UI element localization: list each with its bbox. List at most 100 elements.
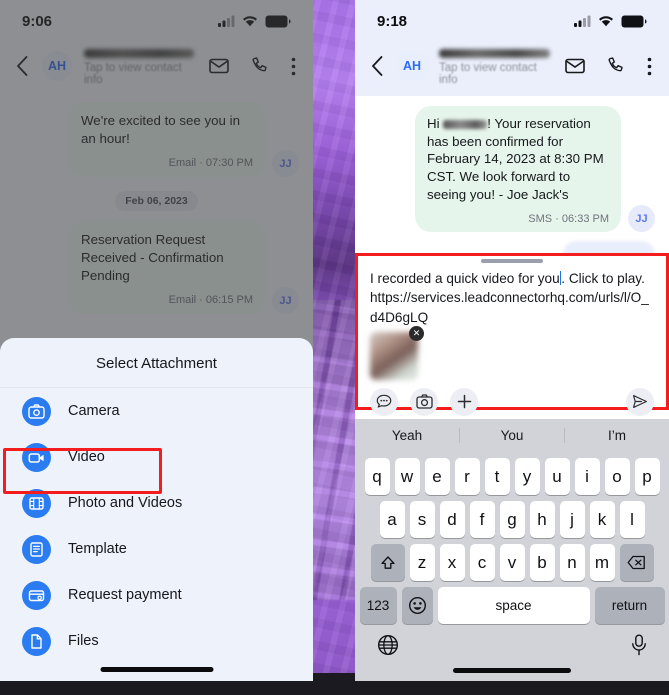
key-i[interactable]: i — [574, 458, 600, 495]
key-v[interactable]: v — [499, 544, 525, 581]
composer-text-line2: . Click to play. — [561, 271, 645, 286]
message-text: We're excited to see you in an hour! — [81, 113, 240, 146]
more-vertical-icon[interactable] — [284, 57, 303, 76]
message-bubble[interactable]: Hi ! Your reservation has been confirmed… — [415, 106, 621, 233]
attachment-sheet: Select Attachment Camera Video Photo and… — [0, 338, 313, 681]
attachment-item-files[interactable]: Files — [0, 618, 313, 664]
key-j[interactable]: j — [559, 501, 585, 538]
attachment-item-label: Request payment — [68, 587, 182, 603]
avatar: JJ — [272, 150, 299, 178]
home-indicator — [100, 667, 213, 672]
attachment-item-video[interactable]: Video — [0, 434, 313, 480]
key-f[interactable]: f — [469, 501, 495, 538]
key-x[interactable]: x — [439, 544, 465, 581]
key-c[interactable]: c — [469, 544, 495, 581]
suggestion-item[interactable]: I’m — [564, 428, 669, 443]
attachment-sheet-title: Select Attachment — [0, 338, 313, 388]
key-p[interactable]: p — [634, 458, 660, 495]
left-chat-header: AH Tap to view contact info — [0, 42, 313, 96]
key-r[interactable]: r — [454, 458, 480, 495]
suggestion-item[interactable]: Yeah — [355, 428, 459, 443]
left-phone-screen: 9:06 AH Tap to view contact info We're e… — [0, 0, 313, 681]
keyboard-bottom-bar — [355, 624, 669, 656]
key-n[interactable]: n — [559, 544, 585, 581]
backspace-icon[interactable] — [619, 544, 654, 581]
left-status-time: 9:06 — [22, 12, 53, 30]
more-vertical-icon[interactable] — [640, 57, 659, 76]
template-document-icon — [22, 534, 51, 564]
left-status-bar: 9:06 — [0, 0, 313, 42]
attachment-thumbnail-wrapper[interactable]: ✕ — [370, 325, 424, 380]
contact-subtitle: Tap to view contact info — [439, 62, 537, 86]
key-b[interactable]: b — [529, 544, 555, 581]
numeric-key[interactable]: 123 — [359, 587, 397, 624]
key-k[interactable]: k — [589, 501, 615, 538]
key-g[interactable]: g — [499, 501, 525, 538]
composer-text[interactable]: I recorded a quick video for you. Click … — [358, 263, 666, 327]
attachment-item-photo-and-videos[interactable]: Photo and Videos — [0, 480, 313, 526]
key-w[interactable]: w — [394, 458, 420, 495]
key-z[interactable]: z — [409, 544, 435, 581]
message-row: Reservation Request Received - Confirmat… — [14, 221, 299, 315]
contact-name-redacted — [84, 49, 194, 58]
microphone-icon[interactable] — [631, 634, 647, 656]
key-s[interactable]: s — [409, 501, 435, 538]
attachment-item-camera[interactable]: Camera — [0, 388, 313, 434]
right-contact-info[interactable]: Tap to view contact info — [435, 46, 550, 86]
message-meta: Email · 06:15 PM — [168, 294, 253, 307]
composer-text-line1: I recorded a quick video for you — [370, 271, 560, 286]
composer-url: https://services.leadconnectorhq.com/url… — [370, 290, 649, 325]
key-a[interactable]: a — [379, 501, 405, 538]
message-text-prefix: Hi — [427, 116, 440, 131]
message-meta: SMS · 06:33 PM — [528, 213, 609, 226]
mail-icon[interactable] — [558, 58, 592, 74]
key-u[interactable]: u — [544, 458, 570, 495]
keyboard-row-4: 123 space return — [355, 587, 669, 624]
space-key[interactable]: space — [437, 587, 590, 624]
key-e[interactable]: e — [424, 458, 450, 495]
key-t[interactable]: t — [484, 458, 510, 495]
right-message-thread: Hi ! Your reservation has been confirmed… — [355, 96, 669, 268]
back-chevron-icon[interactable] — [365, 56, 389, 76]
key-l[interactable]: l — [619, 501, 645, 538]
message-bubble[interactable]: Reservation Request Received - Confirmat… — [69, 221, 265, 315]
chat-bubble-icon[interactable] — [370, 387, 398, 416]
video-camera-icon — [22, 442, 51, 472]
emoji-smiley-icon[interactable] — [401, 587, 433, 624]
camera-icon[interactable] — [410, 387, 438, 416]
file-icon — [22, 626, 51, 656]
attachment-item-label: Photo and Videos — [68, 495, 183, 511]
suggestion-item[interactable]: You — [459, 428, 564, 443]
close-x-icon[interactable]: ✕ — [409, 325, 424, 341]
key-d[interactable]: d — [439, 501, 465, 538]
key-o[interactable]: o — [604, 458, 630, 495]
phone-icon[interactable] — [244, 57, 276, 75]
attachment-item-request-payment[interactable]: Request payment — [0, 572, 313, 618]
send-icon[interactable] — [626, 387, 654, 416]
payment-card-icon — [22, 580, 51, 610]
message-bubble[interactable]: We're excited to see you in an hour! Ema… — [69, 102, 265, 178]
key-q[interactable]: q — [364, 458, 390, 495]
message-row: We're excited to see you in an hour! Ema… — [14, 102, 299, 178]
cellular-signal-icon — [218, 15, 235, 27]
right-status-bar: 9:18 — [355, 0, 669, 42]
key-h[interactable]: h — [529, 501, 555, 538]
mail-icon[interactable] — [202, 58, 236, 74]
right-phone-screen: 9:18 AH Tap to view contact info Hi ! Yo… — [355, 0, 669, 681]
left-contact-info[interactable]: Tap to view contact info — [80, 46, 194, 86]
avatar[interactable]: AH — [42, 51, 72, 81]
return-key[interactable]: return — [594, 587, 665, 624]
attachment-item-template[interactable]: Template — [0, 526, 313, 572]
globe-language-icon[interactable] — [377, 634, 399, 656]
key-y[interactable]: y — [514, 458, 540, 495]
key-m[interactable]: m — [589, 544, 615, 581]
day-separator-label: Feb 06, 2023 — [115, 191, 198, 212]
attachment-item-label: Files — [68, 633, 99, 649]
right-chat-header: AH Tap to view contact info — [355, 42, 669, 96]
back-chevron-icon[interactable] — [10, 56, 34, 76]
on-screen-keyboard: Yeah You I’m q w e r t y u i o p a s d f — [355, 419, 669, 681]
avatar[interactable]: AH — [397, 51, 427, 81]
plus-icon[interactable] — [450, 387, 478, 416]
phone-icon[interactable] — [600, 57, 632, 75]
shift-up-icon[interactable] — [370, 544, 405, 581]
